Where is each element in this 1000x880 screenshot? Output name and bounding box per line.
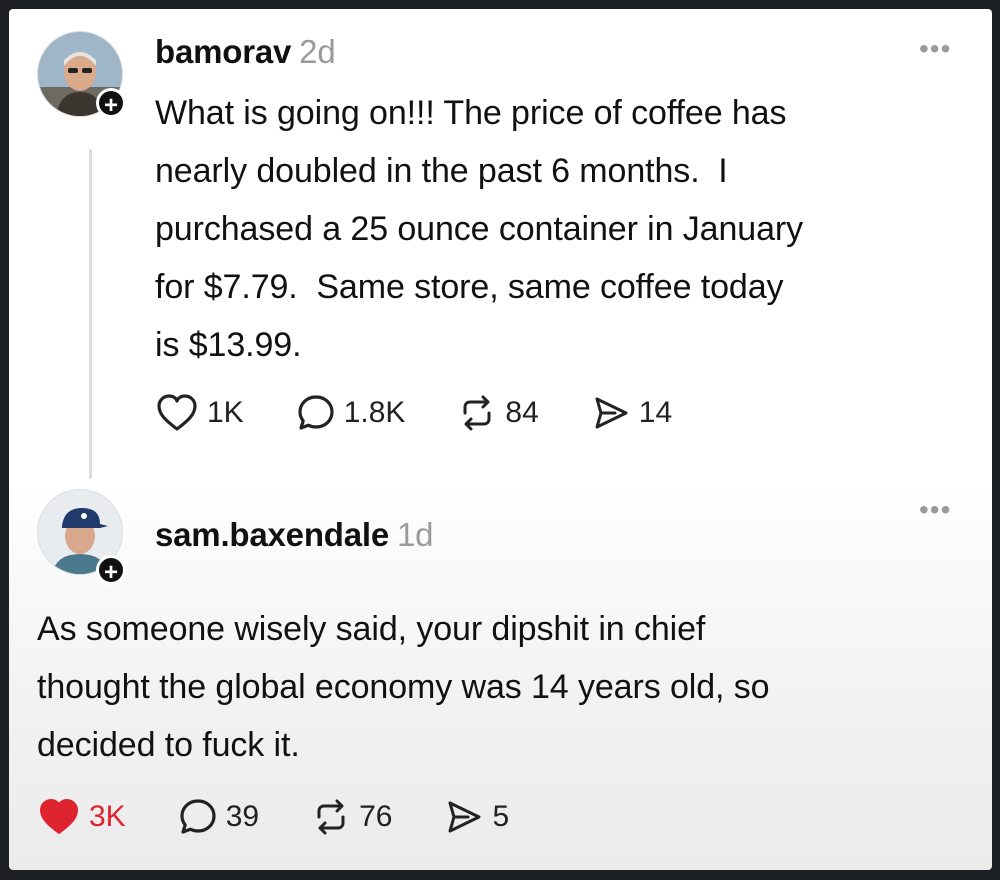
reply-body-text: As someone wisely said, your dipshit in … [37,610,770,764]
send-icon [448,801,481,833]
repost-icon [317,799,345,835]
reply-share-button[interactable]: 5 [444,797,509,837]
post-username[interactable]: bamorav 2d [155,33,336,71]
post-age: 2d [299,33,336,70]
reply-share-count: 5 [492,800,510,833]
post-like-button[interactable]: 1K [155,393,244,433]
post-comment-button[interactable]: 1.8K [296,393,406,433]
reply-comment-button[interactable]: 39 [178,797,259,837]
reply-like-button[interactable]: 3K [37,797,126,837]
reply-repost-button[interactable]: 76 [311,797,392,837]
post-more-options-icon[interactable]: ••• [919,35,951,63]
heart-icon [40,799,78,834]
post-repost-count: 84 [505,396,539,429]
repost-icon [463,395,491,431]
follow-plus-icon[interactable]: + [96,555,126,586]
heart-icon [157,394,197,431]
thread-card: + bamorav 2d ••• What is going on!!! The … [9,9,992,870]
post-action-bar: 1K 1.8K 84 14 [155,393,724,433]
post-username-text[interactable]: bamorav [155,33,291,70]
post-body-text: What is going on!!! The price of coffee … [155,94,804,364]
reply-like-count: 3K [89,800,126,833]
send-icon [595,397,628,429]
post-share-count: 14 [638,396,673,429]
thread-connector-line [89,149,92,479]
reply-username[interactable]: sam.baxendale 1d [155,516,434,554]
comment-bubble-icon [180,799,216,834]
post-comment-count: 1.8K [343,396,406,429]
follow-plus-icon[interactable]: + [96,88,126,119]
comment-bubble-icon [298,395,334,430]
screenshot-frame: + bamorav 2d ••• What is going on!!! The … [0,0,1000,880]
reply-age: 1d [397,516,434,553]
post-share-button[interactable]: 14 [591,393,672,433]
post-like-count: 1K [207,396,244,429]
reply-repost-count: 76 [359,800,393,833]
reply-more-options-icon[interactable]: ••• [919,496,951,524]
post-repost-button[interactable]: 84 [457,393,539,433]
reply-comment-count: 39 [225,800,260,833]
reply-username-text[interactable]: sam.baxendale [155,516,389,553]
reply-action-bar: 3K 39 76 5 [37,797,561,837]
